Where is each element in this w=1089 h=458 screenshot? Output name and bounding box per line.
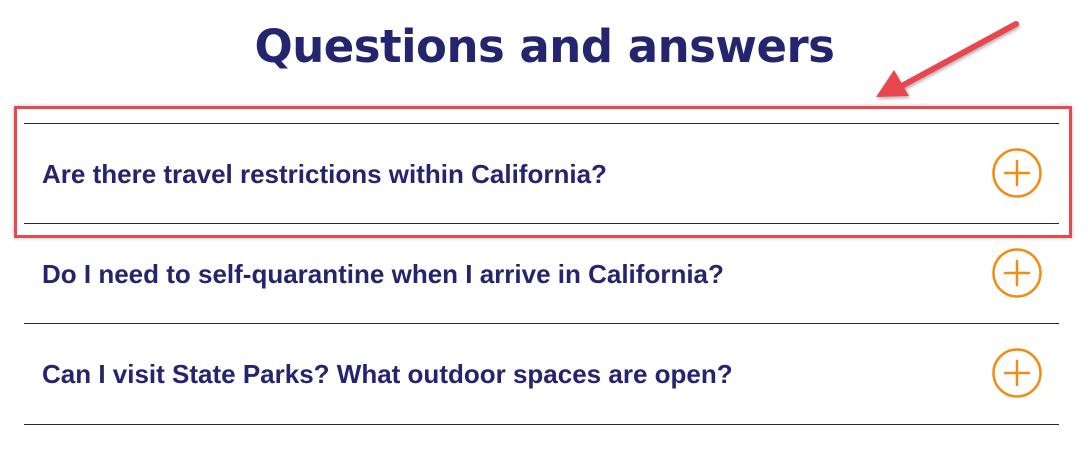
faq-item-state-parks[interactable]: Can I visit State Parks? What outdoor sp… [24, 323, 1059, 425]
faq-question: Can I visit State Parks? What outdoor sp… [42, 359, 733, 389]
plus-circle-icon[interactable] [992, 248, 1042, 298]
page-title: Questions and answers [254, 20, 835, 73]
faq-list: Are there travel restrictions within Cal… [24, 123, 1059, 425]
faq-question: Are there travel restrictions within Cal… [42, 159, 607, 189]
plus-circle-icon[interactable] [992, 348, 1042, 398]
faq-item-travel-restrictions[interactable]: Are there travel restrictions within Cal… [24, 123, 1059, 223]
faq-item-self-quarantine[interactable]: Do I need to self-quarantine when I arri… [24, 223, 1059, 323]
plus-circle-icon[interactable] [992, 148, 1042, 198]
faq-question: Do I need to self-quarantine when I arri… [42, 259, 724, 289]
